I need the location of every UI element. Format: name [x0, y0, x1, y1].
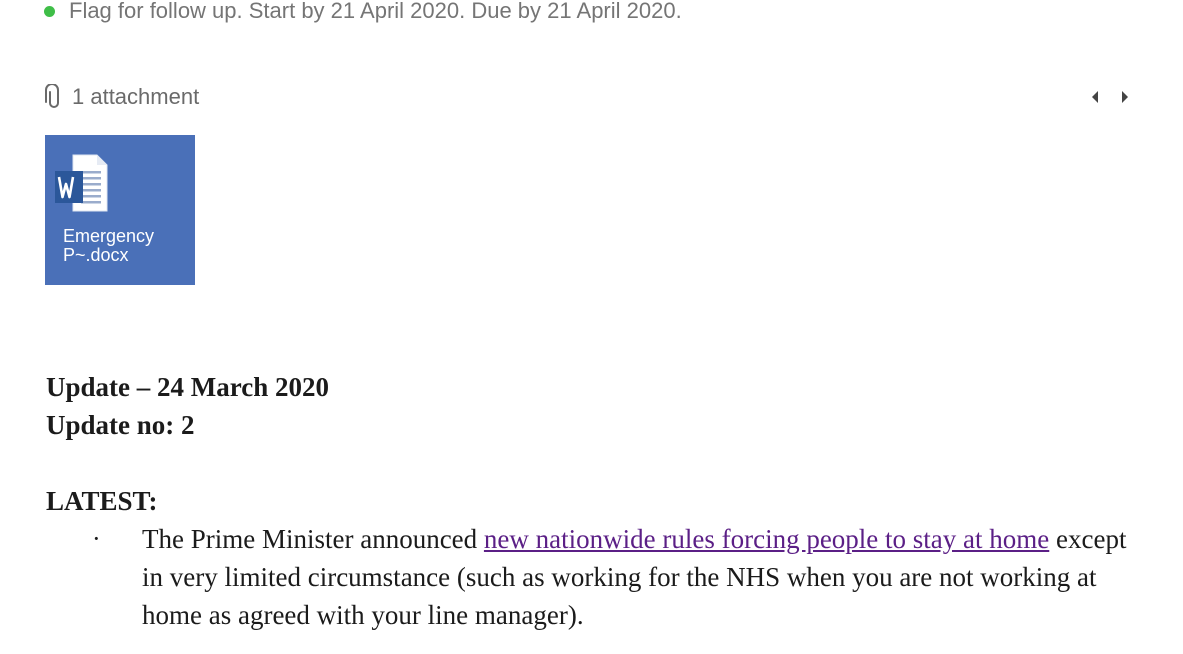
flag-status-dot-icon — [44, 5, 55, 17]
update-number-heading: Update no: 2 — [46, 410, 195, 440]
attachment-filename: Emergency P~.docx — [63, 227, 188, 265]
chevron-right-icon[interactable] — [1118, 87, 1132, 107]
flag-text: Flag for follow up. Start by 21 April 20… — [69, 0, 682, 23]
attachment-navigation — [1088, 87, 1132, 107]
chevron-left-icon[interactable] — [1088, 87, 1102, 107]
list-item: · The Prime Minister announced new natio… — [46, 520, 1146, 634]
attachment-count: 1 attachment — [72, 84, 200, 109]
message-body: Update – 24 March 2020 Update no: 2 LATE… — [46, 368, 1146, 634]
attachment-filename-line1: Emergency — [63, 226, 155, 246]
update-date-heading: Update – 24 March 2020 — [46, 372, 329, 402]
stay-at-home-rules-link[interactable]: new nationwide rules forcing people to s… — [484, 524, 1049, 554]
attachment-tile[interactable]: Emergency P~.docx — [45, 135, 195, 285]
latest-heading: LATEST: — [46, 486, 158, 516]
bullet-marker: · — [92, 524, 101, 553]
bullet-text-before: The Prime Minister announced — [142, 524, 484, 554]
bullet-text: The Prime Minister announced new nationw… — [142, 520, 1142, 634]
attachments-header: 1 attachment — [44, 84, 199, 110]
paperclip-icon — [44, 84, 64, 110]
follow-up-flag: Flag for follow up. Start by 21 April 20… — [44, 0, 682, 24]
attachment-filename-line2: P~.docx — [63, 245, 129, 265]
word-document-icon — [53, 153, 109, 215]
